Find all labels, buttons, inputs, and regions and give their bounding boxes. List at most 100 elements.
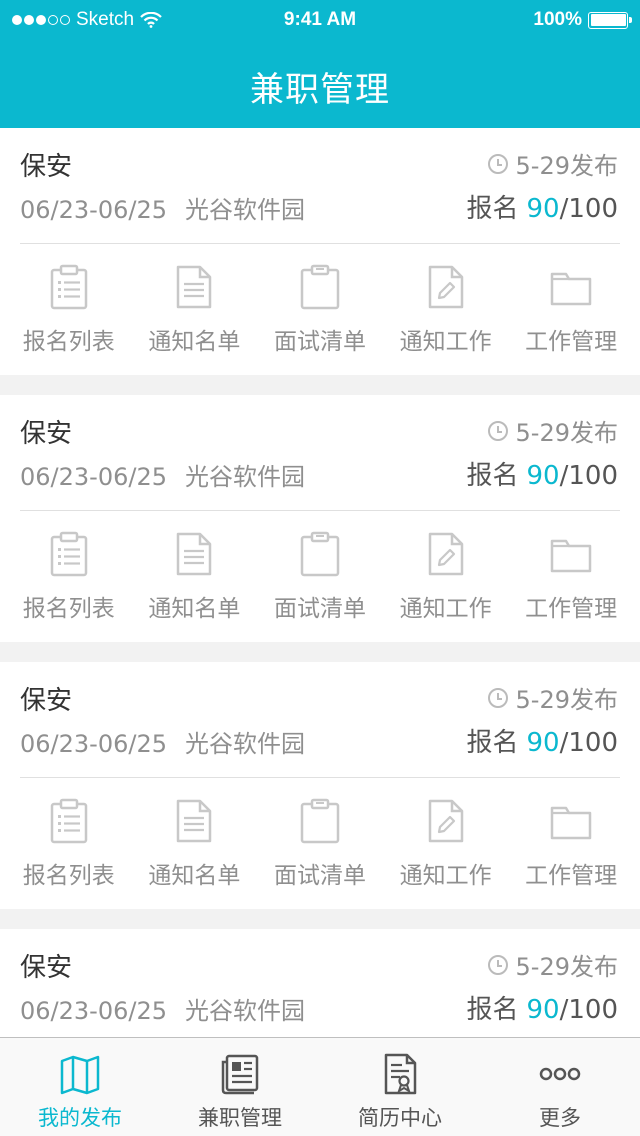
map-icon <box>60 1055 100 1095</box>
publish-date: 5-29发布 <box>487 947 618 982</box>
date-range: 06/23-06/25 <box>20 730 167 758</box>
signup-current: 90 <box>526 995 560 1025</box>
job-card[interactable]: 保安5-29发布06/23-06/25光谷软件园报名90/100报名列表通知名单… <box>0 395 640 642</box>
tab-resume-center[interactable]: 简历中心 <box>320 1038 480 1136</box>
job-title: 保安 <box>20 152 73 182</box>
job-location: 光谷软件园 <box>185 730 305 758</box>
job-card[interactable]: 保安5-29发布06/23-06/25光谷软件园报名90/100报名列表通知名单… <box>0 929 640 1037</box>
folder-icon <box>550 272 592 306</box>
tab-label: 我的发布 <box>38 1106 122 1130</box>
action-label: 工作管理 <box>525 863 618 889</box>
action-notify-list-button[interactable]: 通知名单 <box>132 244 258 375</box>
job-meta: 06/23-06/25 光谷软件园 <box>20 457 305 492</box>
card-actions: 报名列表 通知名单 面试清单 通知工作 工作管理 <box>0 511 640 642</box>
publish-date: 5-29发布 <box>487 146 618 181</box>
tab-my-posts[interactable]: 我的发布 <box>0 1038 160 1136</box>
signup-count: 报名 90/100 <box>467 455 619 492</box>
document-icon <box>177 799 212 843</box>
action-label: 面试清单 <box>273 329 366 355</box>
clock-icon <box>487 420 508 441</box>
tab-label: 兼职管理 <box>198 1106 282 1130</box>
newspaper-icon <box>221 1054 259 1095</box>
tab-label: 更多 <box>539 1106 581 1130</box>
date-range: 06/23-06/25 <box>20 997 167 1025</box>
action-label: 通知工作 <box>399 596 492 622</box>
more-icon <box>539 1067 581 1081</box>
job-title: 保安 <box>20 953 73 983</box>
action-label: 通知工作 <box>399 863 492 889</box>
document-icon <box>177 265 212 309</box>
action-notify-list-button[interactable]: 通知名单 <box>132 778 258 909</box>
signup-total: /100 <box>559 194 618 224</box>
clipboard-list-icon <box>50 798 88 844</box>
action-interview-list-button[interactable]: 面试清单 <box>257 244 383 375</box>
signup-label: 报名 <box>466 728 519 758</box>
signup-current: 90 <box>526 194 560 224</box>
publish-date: 5-29发布 <box>487 680 618 715</box>
action-work-manage-button[interactable]: 工作管理 <box>508 778 634 909</box>
clipboard-list-icon <box>50 531 88 577</box>
publish-date-text: 5-29发布 <box>515 686 618 714</box>
action-label: 面试清单 <box>273 863 366 889</box>
action-work-manage-button[interactable]: 工作管理 <box>508 244 634 375</box>
job-meta: 06/23-06/25 光谷软件园 <box>20 190 305 225</box>
edit-document-icon <box>428 265 463 309</box>
signup-current: 90 <box>526 461 560 491</box>
clipboard-icon <box>300 798 340 844</box>
action-notify-work-button[interactable]: 通知工作 <box>383 244 509 375</box>
job-location: 光谷软件园 <box>185 196 305 224</box>
job-location: 光谷软件园 <box>185 463 305 491</box>
page-title: 兼职管理 <box>250 70 390 110</box>
action-label: 报名列表 <box>22 863 115 889</box>
signup-label: 报名 <box>466 461 519 491</box>
job-card[interactable]: 保安5-29发布06/23-06/25光谷软件园报名90/100报名列表通知名单… <box>0 662 640 909</box>
action-notify-work-button[interactable]: 通知工作 <box>383 511 509 642</box>
tab-bar: 我的发布 兼职管理 简历中心 更多 <box>0 1037 640 1136</box>
action-signup-list-button[interactable]: 报名列表 <box>6 778 132 909</box>
status-right: 100% <box>533 9 632 31</box>
action-notify-work-button[interactable]: 通知工作 <box>383 778 509 909</box>
publish-date-text: 5-29发布 <box>515 953 618 981</box>
action-label: 报名列表 <box>22 329 115 355</box>
signup-count: 报名 90/100 <box>467 989 619 1026</box>
clipboard-icon <box>300 264 340 310</box>
action-notify-list-button[interactable]: 通知名单 <box>132 511 258 642</box>
action-signup-list-button[interactable]: 报名列表 <box>6 511 132 642</box>
signup-current: 90 <box>526 728 560 758</box>
document-icon <box>177 532 212 576</box>
job-meta: 06/23-06/25 光谷软件园 <box>20 724 305 759</box>
action-label: 工作管理 <box>525 329 618 355</box>
action-label: 通知工作 <box>399 329 492 355</box>
signup-total: /100 <box>559 461 618 491</box>
signup-count: 报名 90/100 <box>467 188 619 225</box>
clock-icon <box>487 954 508 975</box>
resume-icon <box>384 1053 417 1095</box>
job-title: 保安 <box>20 419 73 449</box>
date-range: 06/23-06/25 <box>20 463 167 491</box>
clipboard-icon <box>300 531 340 577</box>
edit-document-icon <box>428 532 463 576</box>
clock-icon <box>487 687 508 708</box>
status-bar: Sketch 9:41 AM 100% <box>0 0 640 40</box>
card-actions: 报名列表 通知名单 面试清单 通知工作 工作管理 <box>0 244 640 375</box>
edit-document-icon <box>428 799 463 843</box>
action-signup-list-button[interactable]: 报名列表 <box>6 244 132 375</box>
action-label: 通知名单 <box>148 329 241 355</box>
tab-label: 简历中心 <box>358 1106 442 1130</box>
tab-more[interactable]: 更多 <box>480 1038 640 1136</box>
battery-percent: 100% <box>533 9 582 30</box>
app-header: Sketch 9:41 AM 100% 兼职管理 <box>0 0 640 128</box>
tab-parttime-manage[interactable]: 兼职管理 <box>160 1038 320 1136</box>
action-interview-list-button[interactable]: 面试清单 <box>257 778 383 909</box>
action-interview-list-button[interactable]: 面试清单 <box>257 511 383 642</box>
card-actions: 报名列表 通知名单 面试清单 通知工作 工作管理 <box>0 778 640 909</box>
job-meta: 06/23-06/25 光谷软件园 <box>20 991 305 1026</box>
signup-total: /100 <box>559 728 618 758</box>
job-list[interactable]: 保安 5-29发布 06/23-06/25 光谷软件园 报名 90/100 报名列表 通知名单… <box>0 128 640 1037</box>
folder-icon <box>550 539 592 573</box>
action-work-manage-button[interactable]: 工作管理 <box>508 511 634 642</box>
action-label: 报名列表 <box>22 596 115 622</box>
action-label: 面试清单 <box>273 596 366 622</box>
job-card[interactable]: 保安 5-29发布 06/23-06/25 光谷软件园 报名90/100 报名列表 通知名单… <box>0 128 640 375</box>
date-range: 06/23-06/25 <box>20 196 167 224</box>
